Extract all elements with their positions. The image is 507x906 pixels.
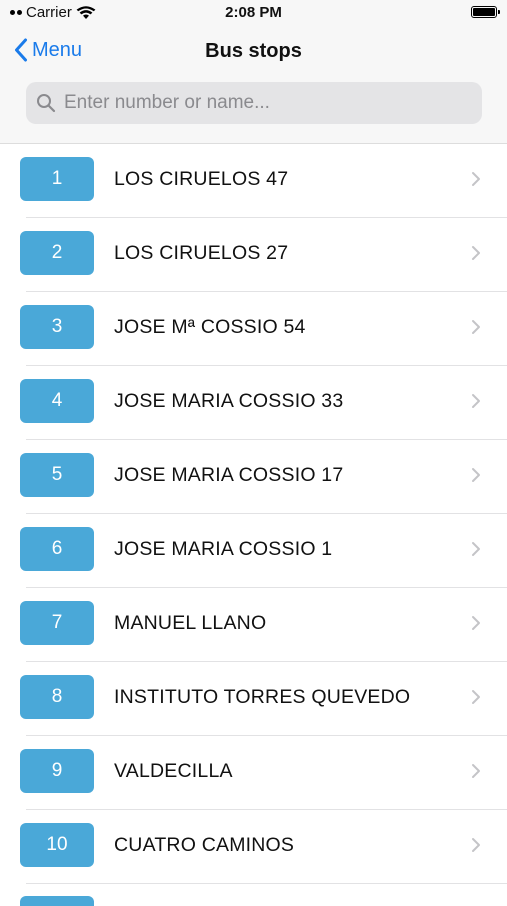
list-item[interactable]: 10 CUATRO CAMINOS (0, 810, 507, 884)
stop-name: JOSE Mª COSSIO 54 (114, 316, 306, 338)
stop-number-badge: 4 (20, 379, 94, 423)
page-title: Bus stops (205, 40, 302, 62)
stop-name: JOSE MARIA COSSIO 33 (114, 390, 344, 412)
chevron-right-icon (472, 320, 480, 334)
list-item[interactable]: 1 LOS CIRUELOS 47 (0, 144, 507, 218)
navigation-bar: Menu Bus stops (0, 26, 507, 144)
stop-number-badge: 3 (20, 305, 94, 349)
status-bar: Carrier 2:08 PM (0, 0, 507, 26)
stop-name: MANUEL LLANO (114, 612, 267, 634)
list-item[interactable]: 9 VALDECILLA (0, 736, 507, 810)
stop-number-badge: 9 (20, 749, 94, 793)
chevron-right-icon (472, 246, 480, 260)
chevron-right-icon (472, 764, 480, 778)
chevron-right-icon (472, 690, 480, 704)
search-bar[interactable] (26, 82, 482, 124)
stop-number-badge: 2 (20, 231, 94, 275)
list-item[interactable]: 7 MANUEL LLANO (0, 588, 507, 662)
chevron-right-icon (472, 394, 480, 408)
list-item[interactable]: 3 JOSE Mª COSSIO 54 (0, 292, 507, 366)
stop-name: JOSE MARIA COSSIO 17 (114, 464, 344, 486)
stop-number-badge: 6 (20, 527, 94, 571)
chevron-right-icon (472, 542, 480, 556)
stop-number-badge: 5 (20, 453, 94, 497)
stop-number-badge: 8 (20, 675, 94, 719)
list-item[interactable]: 2 LOS CIRUELOS 27 (0, 218, 507, 292)
list-item[interactable]: 8 INSTITUTO TORRES QUEVEDO (0, 662, 507, 736)
stop-name: CUATRO CAMINOS (114, 834, 295, 856)
stop-number-badge: 7 (20, 601, 94, 645)
chevron-right-icon (472, 838, 480, 852)
stop-name: JOSE MARIA COSSIO 1 (114, 538, 333, 560)
list-item[interactable]: 4 JOSE MARIA COSSIO 33 (0, 366, 507, 440)
battery-fill (473, 8, 495, 16)
search-icon (37, 94, 56, 113)
list-item[interactable]: 6 JOSE MARIA COSSIO 1 (0, 514, 507, 588)
partial-list-item[interactable] (20, 896, 94, 906)
bus-stop-list: 1 LOS CIRUELOS 47 2 LOS CIRUELOS 27 3 JO… (0, 144, 507, 884)
battery-icon (471, 6, 500, 18)
chevron-right-icon (472, 172, 480, 186)
status-time: 2:08 PM (225, 4, 282, 21)
stop-number-badge: 10 (20, 823, 94, 867)
stop-name: LOS CIRUELOS 47 (114, 168, 289, 190)
stop-name: LOS CIRUELOS 27 (114, 242, 289, 264)
chevron-right-icon (472, 616, 480, 630)
search-input[interactable] (62, 91, 466, 115)
stop-name: INSTITUTO TORRES QUEVEDO (114, 686, 411, 708)
stop-name: VALDECILLA (114, 760, 233, 782)
list-item[interactable]: 5 JOSE MARIA COSSIO 17 (0, 440, 507, 514)
chevron-right-icon (472, 468, 480, 482)
stop-number-badge: 1 (20, 157, 94, 201)
